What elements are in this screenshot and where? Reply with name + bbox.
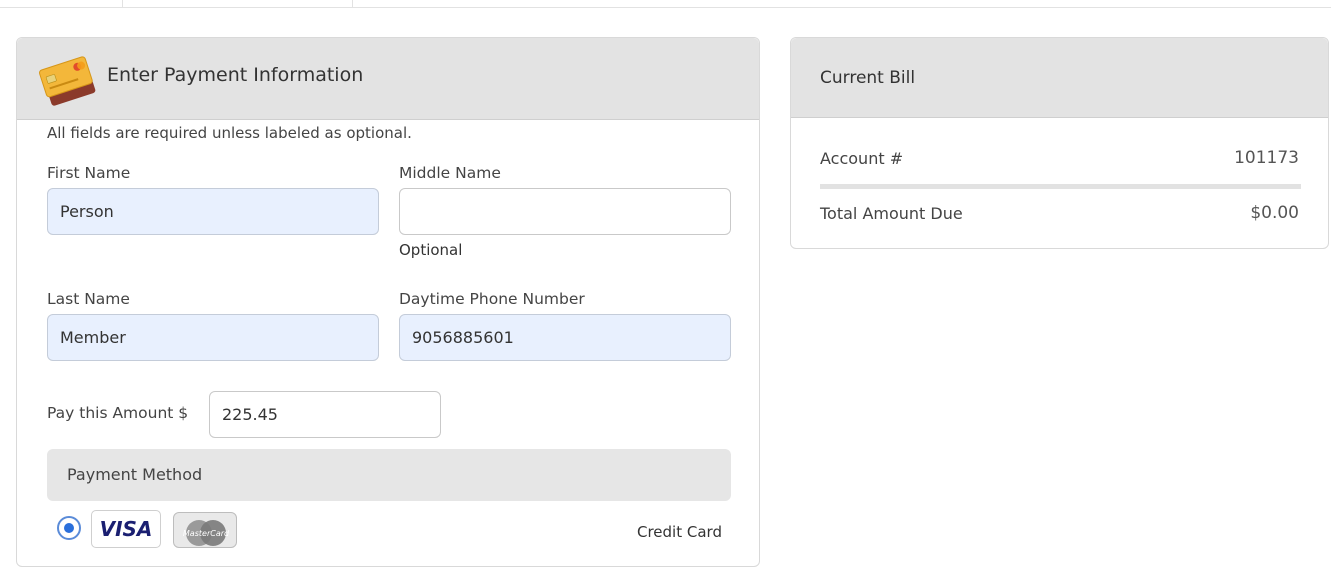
payment-panel: Enter Payment Information All fields are…	[16, 37, 760, 567]
required-fields-note: All fields are required unless labeled a…	[47, 124, 412, 142]
total-amount-due-value: $0.00	[1250, 203, 1299, 223]
payment-method-title: Payment Method	[67, 465, 203, 484]
visa-logo: VISA	[91, 510, 161, 548]
middle-name-label: Middle Name	[399, 164, 501, 182]
account-number-value: 101173	[1234, 148, 1299, 168]
top-tab-bar	[0, 0, 1331, 8]
current-bill-header: Current Bill	[791, 38, 1328, 118]
current-bill-panel: Current Bill Account # 101173 Total Amou…	[790, 37, 1329, 249]
payment-method-header: Payment Method	[47, 449, 731, 501]
credit-card-label: Credit Card	[637, 523, 722, 541]
last-name-label: Last Name	[47, 290, 130, 308]
first-name-label: First Name	[47, 164, 131, 182]
last-name-input[interactable]	[47, 314, 379, 361]
account-number-label: Account #	[820, 149, 904, 168]
pay-amount-input[interactable]	[209, 391, 441, 438]
mastercard-logo-text: MasterCard	[183, 529, 230, 538]
tab-separator	[122, 0, 123, 8]
payment-panel-header: Enter Payment Information	[17, 38, 759, 120]
tab-separator	[352, 0, 353, 8]
total-amount-due-label: Total Amount Due	[820, 204, 963, 223]
mastercard-logo: MasterCard	[173, 512, 237, 548]
phone-label: Daytime Phone Number	[399, 290, 585, 308]
middle-name-input[interactable]	[399, 188, 731, 235]
payment-panel-title: Enter Payment Information	[107, 64, 364, 86]
credit-card-radio[interactable]	[57, 516, 81, 540]
bill-divider	[820, 184, 1301, 189]
first-name-input[interactable]	[47, 188, 379, 235]
current-bill-title: Current Bill	[820, 68, 916, 88]
phone-input[interactable]	[399, 314, 731, 361]
middle-name-optional-hint: Optional	[399, 241, 463, 259]
pay-amount-label: Pay this Amount $	[47, 404, 189, 422]
credit-cards-icon	[38, 56, 96, 106]
